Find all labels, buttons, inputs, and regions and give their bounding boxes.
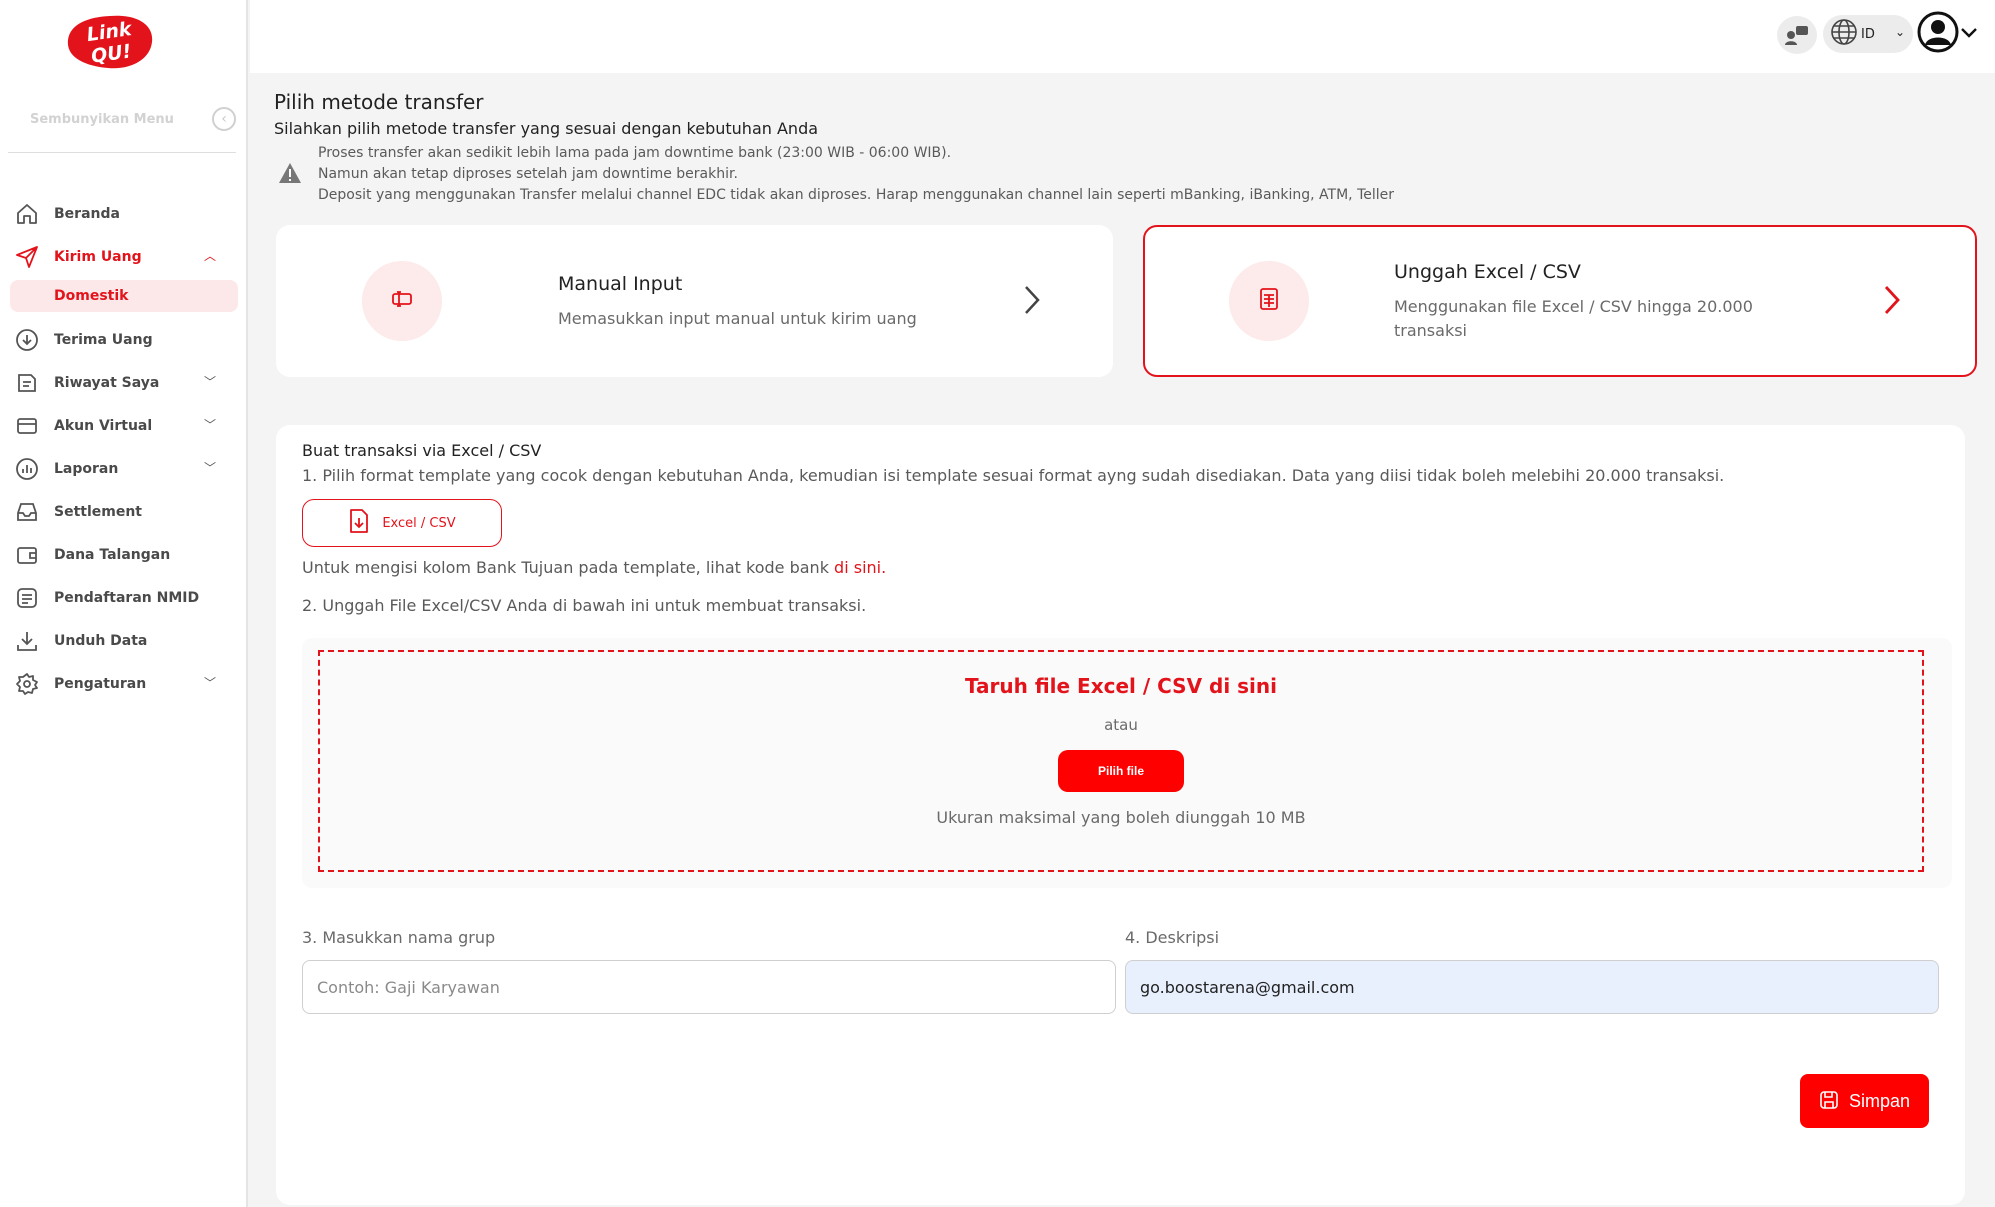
sidebar-subitem-domestik[interactable]: Domestik	[10, 280, 238, 312]
sidebar-item-unduh-data[interactable]: Unduh Data	[0, 619, 248, 662]
chevron-right-icon	[1022, 283, 1042, 321]
send-icon	[14, 244, 40, 270]
spreadsheet-icon	[1258, 287, 1280, 315]
sidebar-item-label: Laporan	[54, 460, 119, 477]
bank-code-hint: Untuk mengisi kolom Bank Tujuan pada tem…	[302, 558, 886, 577]
bank-code-hint-text: Untuk mengisi kolom Bank Tujuan pada tem…	[302, 558, 835, 577]
chart-icon	[14, 456, 40, 482]
description-input[interactable]	[1125, 960, 1939, 1014]
downtime-notice: Proses transfer akan sedikit lebih lama …	[318, 143, 1394, 206]
sidebar-item-riwayat-saya[interactable]: Riwayat Saya ﹀	[0, 361, 248, 404]
chevron-down-icon[interactable]: ﹀	[204, 373, 216, 390]
home-icon	[14, 201, 40, 227]
upload-excel-desc: Menggunakan file Excel / CSV hingga 20.0…	[1394, 295, 1753, 343]
download-circle-icon	[14, 327, 40, 353]
upload-excel-desc-line: Menggunakan file Excel / CSV hingga 20.0…	[1394, 297, 1753, 316]
chevron-down-icon[interactable]: ﹀	[204, 459, 216, 476]
sidebar-item-label: Dana Talangan	[54, 546, 171, 563]
page-subtitle: Silahkan pilih metode transfer yang sesu…	[274, 119, 819, 138]
sidebar: Link QU! Sembunyikan Menu ‹ Beranda Kiri…	[0, 0, 248, 1207]
gear-icon	[14, 671, 40, 697]
group-name-input[interactable]	[302, 960, 1116, 1014]
chevron-left-icon[interactable]: ‹	[212, 107, 236, 131]
description-label: 4. Deskripsi	[1125, 928, 1220, 947]
chevron-down-icon: ⌄	[1894, 25, 1905, 39]
sidebar-item-kirim-uang[interactable]: Kirim Uang ︿	[0, 235, 248, 278]
sidebar-item-pendaftaran-nmid[interactable]: Pendaftaran NMID	[0, 576, 248, 619]
panel-heading: Buat transaksi via Excel / CSV	[302, 441, 542, 460]
chevron-down-icon[interactable]: ﹀	[204, 674, 216, 691]
sidebar-item-dana-talangan[interactable]: Dana Talangan	[0, 533, 248, 576]
language-code: ID	[1861, 26, 1875, 42]
download-template-button[interactable]: Excel / CSV	[302, 499, 502, 547]
keyboard-icon	[391, 290, 413, 312]
sidebar-item-label: Pengaturan	[54, 675, 147, 692]
globe-icon	[1829, 17, 1859, 51]
step-2-text: 2. Unggah File Excel/CSV Anda di bawah i…	[302, 596, 867, 615]
chevron-up-icon[interactable]: ︿	[204, 247, 216, 264]
hide-menu-label: Sembunyikan Menu	[30, 111, 174, 127]
topbar: ID ⌄	[250, 0, 1995, 73]
file-download-icon	[348, 508, 370, 538]
chat-icon[interactable]	[1777, 16, 1817, 54]
sidebar-item-label: Pendaftaran NMID	[54, 589, 200, 606]
download-template-label: Excel / CSV	[382, 515, 456, 531]
hide-menu-toggle[interactable]: Sembunyikan Menu ‹	[30, 104, 236, 134]
upload-excel-desc-line: transaksi	[1394, 321, 1467, 340]
sidebar-item-label: Beranda	[54, 205, 120, 222]
group-name-label: 3. Masukkan nama grup	[302, 928, 496, 947]
manual-input-desc: Memasukkan input manual untuk kirim uang	[558, 309, 917, 328]
warning-icon	[278, 162, 302, 184]
save-button-label: Simpan	[1848, 1090, 1911, 1111]
upload-excel-title: Unggah Excel / CSV	[1394, 261, 1581, 283]
sidebar-item-terima-uang[interactable]: Terima Uang	[0, 318, 248, 361]
step-1-text: 1. Pilih format template yang cocok deng…	[302, 466, 1725, 485]
sidebar-item-label: Settlement	[54, 503, 142, 520]
card-icon	[14, 413, 40, 439]
language-selector[interactable]: ID ⌄	[1823, 15, 1913, 53]
sidebar-item-settlement[interactable]: Settlement	[0, 490, 248, 533]
sidebar-item-label: Akun Virtual	[54, 417, 153, 434]
user-menu[interactable]	[1917, 11, 1983, 57]
dropzone-or: atau	[1104, 716, 1138, 734]
avatar	[1917, 11, 1959, 57]
chevron-right-icon	[1882, 283, 1902, 321]
dropzone-container: Taruh file Excel / CSV di sini atau Pili…	[302, 638, 1952, 888]
sidebar-item-label: Unduh Data	[54, 632, 148, 649]
sidebar-item-label: Riwayat Saya	[54, 374, 160, 391]
excel-upload-panel: Buat transaksi via Excel / CSV 1. Pilih …	[276, 425, 1965, 1205]
choose-file-button[interactable]: Pilih file	[1058, 750, 1184, 792]
notice-line: Proses transfer akan sedikit lebih lama …	[318, 145, 952, 161]
method-card-manual-input[interactable]: Manual Input Memasukkan input manual unt…	[276, 225, 1113, 377]
bank-code-link[interactable]: di sini.	[834, 558, 886, 577]
sidebar-divider	[8, 152, 236, 153]
file-dropzone[interactable]: Taruh file Excel / CSV di sini atau Pili…	[318, 650, 1924, 872]
sidebar-item-pengaturan[interactable]: Pengaturan ﹀	[0, 662, 248, 705]
chevron-down-icon	[1959, 25, 1979, 44]
wallet-icon	[14, 542, 40, 568]
notice-line: Deposit yang menggunakan Transfer melalu…	[318, 187, 1395, 203]
manual-input-title: Manual Input	[558, 273, 683, 295]
inbox-icon	[14, 499, 40, 525]
chevron-down-icon[interactable]: ﹀	[204, 416, 216, 433]
sidebar-nav: Beranda Kirim Uang ︿ Domestik Terima Uan…	[0, 192, 248, 705]
sidebar-item-label: Terima Uang	[54, 331, 153, 348]
save-button[interactable]: Simpan	[1800, 1074, 1929, 1128]
sidebar-item-beranda[interactable]: Beranda	[0, 192, 248, 235]
sidebar-item-label: Kirim Uang	[54, 248, 142, 265]
dropzone-max-size: Ukuran maksimal yang boleh diunggah 10 M…	[936, 808, 1306, 827]
dropzone-title: Taruh file Excel / CSV di sini	[964, 674, 1278, 698]
page-title: Pilih metode transfer	[274, 90, 484, 114]
notice-line: Namun akan tetap diproses setelah jam do…	[318, 166, 738, 182]
download-icon	[14, 628, 40, 654]
sidebar-item-akun-virtual[interactable]: Akun Virtual ﹀	[0, 404, 248, 447]
sidebar-item-laporan[interactable]: Laporan ﹀	[0, 447, 248, 490]
linkqu-logo[interactable]: Link QU!	[64, 12, 156, 72]
history-icon	[14, 370, 40, 396]
save-icon	[1819, 1090, 1839, 1113]
document-icon	[14, 585, 40, 611]
manual-input-icon-wrap	[362, 261, 442, 341]
method-card-upload-excel[interactable]: Unggah Excel / CSV Menggunakan file Exce…	[1143, 225, 1977, 377]
upload-excel-icon-wrap	[1229, 261, 1309, 341]
